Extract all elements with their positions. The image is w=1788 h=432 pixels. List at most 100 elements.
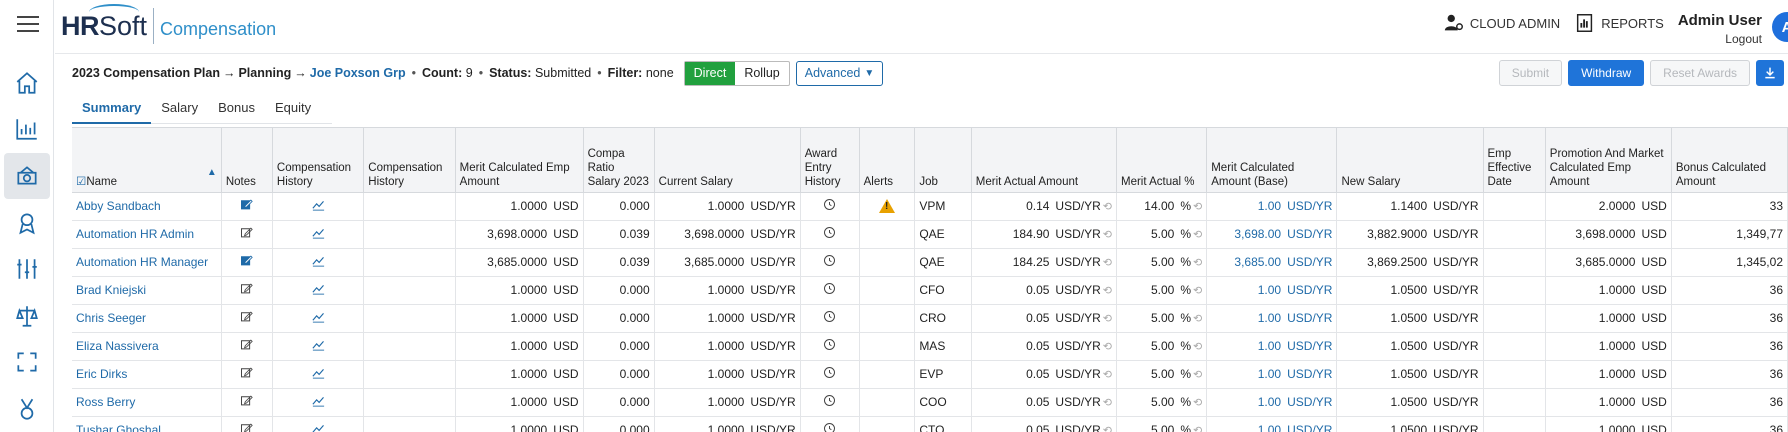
compensation-history-chart-icon[interactable] xyxy=(272,304,365,333)
note-filled-icon[interactable] xyxy=(221,192,273,221)
note-edit-icon[interactable] xyxy=(221,388,273,417)
employee-name-link[interactable]: Tushar Ghoshal xyxy=(72,416,222,432)
history-icon[interactable]: ⟲ xyxy=(1103,425,1112,432)
table-row[interactable]: Eliza Nassivera 1.0000 USD 0.000 1.0000 US… xyxy=(72,332,1788,361)
history-icon[interactable]: ⟲ xyxy=(1103,397,1112,409)
merit-base-link[interactable]: 3,698.00 USD/YR xyxy=(1206,220,1338,249)
table-row[interactable]: Ross Berry 1.0000 USD 0.000 1.0000 USD/YR … xyxy=(72,388,1788,417)
tab-equity[interactable]: Equity xyxy=(265,96,321,124)
merit-base-link[interactable]: 1.00 USD/YR xyxy=(1206,192,1338,221)
reports-link[interactable]: REPORTS xyxy=(1574,12,1664,34)
employee-name-link[interactable]: Ross Berry xyxy=(72,388,222,417)
history-icon[interactable]: ⟲ xyxy=(1103,341,1112,353)
award-history-icon[interactable] xyxy=(800,388,860,417)
reset-awards-button[interactable]: Reset Awards xyxy=(1650,60,1750,86)
merit-base-link[interactable]: 1.00 USD/YR xyxy=(1206,416,1338,432)
merit-actual-pct-cell[interactable]: 5.00% ⟲ xyxy=(1116,388,1208,417)
award-history-icon[interactable] xyxy=(800,304,860,333)
merit-actual-pct-cell[interactable]: 5.00% ⟲ xyxy=(1116,416,1208,432)
merit-actual-amount-cell[interactable]: 184.90 USD/YR ⟲ xyxy=(971,220,1117,249)
col-header[interactable]: Merit Calculated Amount (Base) xyxy=(1206,128,1338,193)
warning-icon[interactable] xyxy=(878,199,895,214)
table-row[interactable]: Automation HR Admin 3,698.0000 USD 0.039 … xyxy=(72,220,1788,249)
settings-sliders-icon[interactable] xyxy=(4,246,50,292)
employee-name-link[interactable]: Automation HR Admin xyxy=(72,220,222,249)
merit-actual-amount-cell[interactable]: 0.05 USD/YR ⟲ xyxy=(971,304,1117,333)
award-history-icon[interactable] xyxy=(800,416,860,432)
table-row[interactable]: Tushar Ghoshal 1.0000 USD 0.000 1.0000 USD… xyxy=(72,416,1788,432)
analytics-icon[interactable] xyxy=(4,106,50,152)
merit-actual-amount-cell[interactable]: 0.05 USD/YR ⟲ xyxy=(971,416,1117,432)
user-menu[interactable]: Admin User Logout xyxy=(1678,12,1762,46)
employee-name-link[interactable]: Eliza Nassivera xyxy=(72,332,222,361)
table-row[interactable]: Chris Seeger 1.0000 USD 0.000 1.0000 USD/Y… xyxy=(72,304,1788,333)
compensation-history-chart-icon[interactable] xyxy=(272,416,365,432)
medal-icon[interactable] xyxy=(4,386,50,432)
col-header[interactable]: Current Salary xyxy=(654,128,801,193)
history-icon[interactable]: ⟲ xyxy=(1103,257,1112,269)
employee-name-link[interactable]: Automation HR Manager xyxy=(72,248,222,277)
compensation-history-chart-icon[interactable] xyxy=(272,388,365,417)
logout-link[interactable]: Logout xyxy=(1678,32,1762,46)
note-edit-icon[interactable] xyxy=(221,304,273,333)
merit-actual-amount-cell[interactable]: 0.14 USD/YR ⟲ xyxy=(971,192,1117,221)
col-header[interactable]: Alerts xyxy=(859,128,916,193)
compensation-history-chart-icon[interactable] xyxy=(272,192,365,221)
history-icon[interactable]: ⟲ xyxy=(1193,369,1202,381)
note-edit-icon[interactable] xyxy=(221,276,273,305)
merit-actual-pct-cell[interactable]: 5.00% ⟲ xyxy=(1116,360,1208,389)
award-history-icon[interactable] xyxy=(800,332,860,361)
compensation-history-chart-icon[interactable] xyxy=(272,220,365,249)
balance-icon[interactable] xyxy=(4,293,50,339)
col-header[interactable]: Merit Actual % xyxy=(1116,128,1208,193)
note-edit-icon[interactable] xyxy=(221,332,273,361)
history-icon[interactable]: ⟲ xyxy=(1193,425,1202,432)
merit-actual-pct-cell[interactable]: 5.00% ⟲ xyxy=(1116,276,1208,305)
merit-actual-amount-cell[interactable]: 0.05 USD/YR ⟲ xyxy=(971,276,1117,305)
merit-actual-pct-cell[interactable]: 14.00% ⟲ xyxy=(1116,192,1208,221)
tab-summary[interactable]: Summary xyxy=(72,96,152,124)
hrsoft-logo[interactable]: HR Soft Compensation xyxy=(61,4,276,46)
merit-actual-amount-cell[interactable]: 0.05 USD/YR ⟲ xyxy=(971,388,1117,417)
hamburger-menu-icon[interactable] xyxy=(17,16,39,34)
history-icon[interactable]: ⟲ xyxy=(1193,257,1202,269)
col-header[interactable]: Merit Calculated Emp Amount xyxy=(455,128,584,193)
breadcrumb-group-link[interactable]: Joe Poxson Grp xyxy=(310,66,406,80)
table-row[interactable]: Brad Kniejski 1.0000 USD 0.000 1.0000 USD/… xyxy=(72,276,1788,305)
sort-asc-icon[interactable]: ▲ xyxy=(207,166,217,180)
history-icon[interactable]: ⟲ xyxy=(1193,341,1202,353)
note-edit-icon[interactable] xyxy=(221,360,273,389)
advanced-dropdown[interactable]: Advanced ▼ xyxy=(795,60,884,86)
compensation-history-chart-icon[interactable] xyxy=(272,248,365,277)
edit-columns-icon[interactable]: ☑ xyxy=(76,176,86,188)
employee-name-link[interactable]: Eric Dirks xyxy=(72,360,222,389)
table-row[interactable]: Eric Dirks 1.0000 USD 0.000 1.0000 USD/YR … xyxy=(72,360,1788,389)
merit-base-link[interactable]: 1.00 USD/YR xyxy=(1206,304,1338,333)
merit-base-link[interactable]: 1.00 USD/YR xyxy=(1206,276,1338,305)
note-edit-icon[interactable] xyxy=(221,220,273,249)
compensation-history-chart-icon[interactable] xyxy=(272,332,365,361)
merit-base-link[interactable]: 1.00 USD/YR xyxy=(1206,360,1338,389)
withdraw-button[interactable]: Withdraw xyxy=(1568,60,1645,86)
merit-actual-pct-cell[interactable]: 5.00% ⟲ xyxy=(1116,332,1208,361)
col-header-name[interactable]: ☑Name ▲ xyxy=(72,128,222,193)
history-icon[interactable]: ⟲ xyxy=(1103,201,1112,213)
col-header[interactable]: Bonus Calculated Amount xyxy=(1671,128,1788,193)
history-icon[interactable]: ⟲ xyxy=(1193,313,1202,325)
col-header[interactable]: Compensation History xyxy=(363,128,456,193)
tab-salary[interactable]: Salary xyxy=(151,96,208,124)
merit-actual-amount-cell[interactable]: 184.25 USD/YR ⟲ xyxy=(971,248,1117,277)
employee-name-link[interactable]: Chris Seeger xyxy=(72,304,222,333)
col-header[interactable]: Compa Ratio Salary 2023 xyxy=(583,128,655,193)
award-history-icon[interactable] xyxy=(800,276,860,305)
merit-base-link[interactable]: 1.00 USD/YR xyxy=(1206,388,1338,417)
col-header[interactable]: Job xyxy=(914,128,972,193)
col-header[interactable]: Compensation History xyxy=(272,128,365,193)
merit-actual-pct-cell[interactable]: 5.00% ⟲ xyxy=(1116,304,1208,333)
col-header[interactable]: Merit Actual Amount xyxy=(971,128,1117,193)
award-history-icon[interactable] xyxy=(800,360,860,389)
col-header[interactable]: Notes xyxy=(221,128,273,193)
merit-base-link[interactable]: 1.00 USD/YR xyxy=(1206,332,1338,361)
merit-base-link[interactable]: 3,685.00 USD/YR xyxy=(1206,248,1338,277)
employee-name-link[interactable]: Abby Sandbach xyxy=(72,192,222,221)
